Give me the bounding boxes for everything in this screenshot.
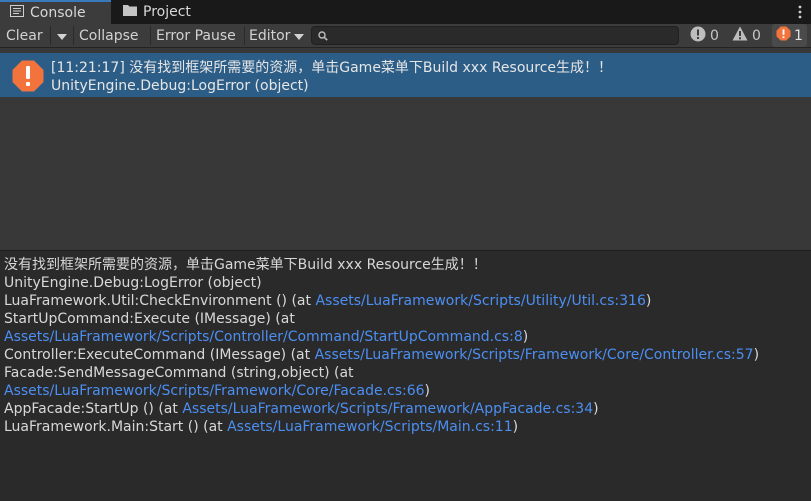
error-icon: [12, 60, 44, 96]
source-link[interactable]: Assets/LuaFramework/Scripts/Framework/Co…: [4, 383, 425, 399]
detail-message: 没有找到框架所需要的资源，单击Game菜单下Build xxx Resource…: [4, 257, 487, 273]
divider: [50, 26, 51, 45]
tab-project[interactable]: Project: [117, 0, 217, 24]
divider: [73, 26, 74, 45]
close-paren: ): [424, 383, 431, 399]
stack-line: Assets/LuaFramework/Scripts/Framework/Co…: [4, 382, 430, 400]
warning-count-toggle[interactable]: 0: [732, 24, 761, 47]
chevron-down-icon: [57, 28, 67, 44]
divider: [244, 26, 245, 45]
stack-line: LuaFramework.Main:Start () (at Assets/Lu…: [4, 418, 518, 436]
tab-console-label: Console: [30, 5, 86, 21]
info-icon: [690, 26, 706, 46]
log-count: 0: [710, 27, 719, 44]
clear-label: Clear: [6, 27, 43, 44]
collapse-label: Collapse: [79, 27, 139, 44]
chevron-down-icon: [294, 28, 305, 44]
source-link[interactable]: Assets/LuaFramework/Scripts/Main.cs:11: [227, 419, 513, 435]
log-count-toggle[interactable]: 0: [690, 24, 719, 47]
more-options-icon[interactable]: [797, 3, 803, 21]
source-link[interactable]: Assets/LuaFramework/Scripts/Framework/Co…: [315, 347, 754, 363]
search-input[interactable]: [311, 26, 679, 45]
divider: [150, 26, 151, 45]
stack-line-text: Controller:ExecuteCommand (IMessage) (at: [4, 347, 315, 363]
tab-console[interactable]: Console: [0, 0, 111, 24]
source-link[interactable]: Assets/LuaFramework/Scripts/Utility/Util…: [315, 293, 645, 309]
error-icon: [776, 26, 791, 45]
clear-options-dropdown[interactable]: [52, 24, 72, 47]
error-count-toggle[interactable]: 1: [772, 24, 807, 47]
stack-trace-panel: 没有找到框架所需要的资源，单击Game菜单下Build xxx Resource…: [0, 251, 811, 501]
stack-line-text: LuaFramework.Main:Start () (at: [4, 419, 228, 435]
close-paren: ): [512, 419, 519, 435]
tab-bar: Console Project: [0, 0, 811, 24]
stack-line: Controller:ExecuteCommand (IMessage) (at…: [4, 346, 759, 364]
error-pause-button[interactable]: Error Pause: [156, 24, 236, 47]
clear-button[interactable]: Clear: [6, 24, 43, 47]
editor-label: Editor: [249, 27, 291, 44]
source-link[interactable]: Assets/LuaFramework/Scripts/Controller/C…: [4, 329, 523, 345]
log-entry-message: [11:21:17] 没有找到框架所需要的资源，单击Game菜单下Build x…: [51, 60, 613, 76]
editor-dropdown[interactable]: Editor: [249, 24, 305, 47]
stack-line: LuaFramework.Util:CheckEnvironment () (a…: [4, 292, 651, 310]
warning-icon: [732, 26, 748, 45]
close-paren: ): [753, 347, 760, 363]
folder-icon: [123, 4, 137, 20]
stack-line: AppFacade:StartUp () (at Assets/LuaFrame…: [4, 400, 599, 418]
stack-line: Assets/LuaFramework/Scripts/Controller/C…: [4, 328, 528, 346]
stack-line: Facade:SendMessageCommand (string,object…: [4, 365, 354, 381]
error-count: 1: [794, 27, 803, 44]
stack-line-text: AppFacade:StartUp () (at: [4, 401, 183, 417]
log-entry-source: UnityEngine.Debug:LogError (object): [51, 78, 309, 94]
error-pause-label: Error Pause: [156, 27, 236, 44]
close-paren: ): [593, 401, 599, 417]
stack-line: UnityEngine.Debug:LogError (object): [4, 275, 262, 291]
close-paren: ): [645, 293, 652, 309]
close-paren: ): [522, 329, 529, 345]
console-toolbar: Clear Collapse Error Pause Editor 0 0 1: [0, 24, 811, 48]
warning-count: 0: [752, 27, 761, 44]
tab-project-label: Project: [143, 4, 191, 20]
log-entry-text: [11:21:17] 没有找到框架所需要的资源，单击Game菜单下Build x…: [51, 59, 612, 95]
search-icon: [318, 30, 328, 45]
collapse-button[interactable]: Collapse: [79, 24, 139, 47]
stack-line-text: LuaFramework.Util:CheckEnvironment () (a…: [4, 293, 316, 309]
source-link[interactable]: Assets/LuaFramework/Scripts/Framework/Ap…: [182, 401, 593, 417]
stack-line: StartUpCommand:Execute (IMessage) (at: [4, 311, 295, 327]
console-icon: [10, 5, 24, 21]
log-entry[interactable]: [11:21:17] 没有找到框架所需要的资源，单击Game菜单下Build x…: [0, 53, 811, 97]
log-list[interactable]: [11:21:17] 没有找到框架所需要的资源，单击Game菜单下Build x…: [0, 48, 811, 250]
